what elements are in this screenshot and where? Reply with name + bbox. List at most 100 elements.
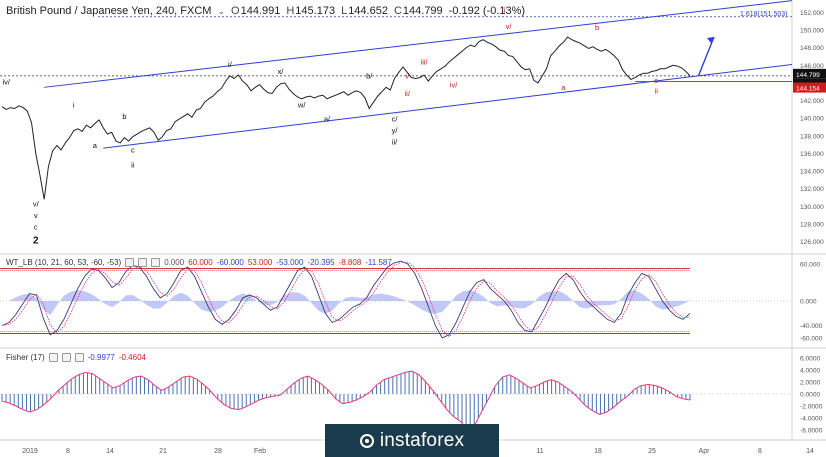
chevron-down-icon[interactable]: ⌄ bbox=[217, 6, 225, 17]
wave-label-black: b/ bbox=[366, 71, 373, 80]
wt-name[interactable]: WT_LB (10, 21, 60, 53, -60, -53) bbox=[6, 258, 121, 267]
wave-label-black: i bbox=[73, 101, 75, 110]
wave-label-black: c/ bbox=[392, 115, 399, 124]
fisher-y-tick-label: -6.0000 bbox=[800, 428, 823, 435]
open-readout: O144.991 bbox=[231, 5, 281, 17]
wt-y-tick-label: 0.000 bbox=[800, 299, 817, 306]
price-y-tick-label: 128.000 bbox=[800, 222, 824, 229]
fisher-value-0: -0.9977 bbox=[87, 353, 115, 362]
price-series-line bbox=[1, 36, 691, 200]
wt-value-0: 0.000 bbox=[164, 258, 185, 267]
fisher-y-tick-label: 6.0000 bbox=[800, 356, 821, 363]
fisher-indicator-label: Fisher (17) -0.9977 -0.4604 bbox=[6, 353, 146, 362]
price-y-tick-label: 140.000 bbox=[800, 116, 824, 123]
time-axis-tick-label: 21 bbox=[159, 448, 167, 455]
fisher-y-tick-label: 4.0000 bbox=[800, 368, 821, 375]
wt-value-7: -11.587 bbox=[365, 258, 392, 267]
chart-header: British Pound / Japanese Yen, 240, FXCM … bbox=[6, 4, 525, 18]
time-axis-tick-label: 8 bbox=[758, 448, 762, 455]
instaforex-logo-icon bbox=[359, 433, 374, 448]
wave-label-red: c bbox=[654, 76, 658, 85]
time-axis-tick-label: 14 bbox=[106, 448, 114, 455]
eye-icon[interactable] bbox=[125, 258, 135, 267]
time-axis-tick-label: 18 bbox=[594, 448, 602, 455]
price-y-tick-label: 152.000 bbox=[800, 10, 824, 17]
wt-value-6: -8.808 bbox=[338, 258, 362, 267]
wave-label-black: c bbox=[34, 222, 38, 231]
wt-value-3: 53.000 bbox=[247, 258, 273, 267]
price-y-tick-label: 146.000 bbox=[800, 63, 824, 70]
wave-label-red: iii/ bbox=[421, 57, 429, 66]
wave-label-black: v/ bbox=[33, 199, 40, 208]
close-icon[interactable] bbox=[151, 258, 161, 267]
wave-label-black: c bbox=[131, 146, 135, 155]
wt-y-tick-label: 60.000 bbox=[800, 262, 821, 269]
fisher-y-tick-label: 0.0000 bbox=[800, 392, 821, 399]
watermark-logo: instaforex bbox=[325, 424, 499, 457]
wave-label-black: v bbox=[34, 211, 38, 220]
wave-label-red: a bbox=[561, 83, 566, 92]
wave-label-black: ii bbox=[131, 161, 135, 170]
fisher-y-tick-label: -4.0000 bbox=[800, 416, 823, 423]
time-axis-tick-label: 28 bbox=[214, 448, 222, 455]
wt-value-5: -20.395 bbox=[307, 258, 335, 267]
fisher-y-tick-label: 2.0000 bbox=[800, 380, 821, 387]
fib-level-label: 1.618(151.503) bbox=[740, 11, 787, 18]
fisher-y-tick-label: -2.0000 bbox=[800, 404, 823, 411]
wave-label-black: a/ bbox=[324, 115, 331, 124]
wave-label-red: iv/ bbox=[450, 80, 458, 89]
fisher-name[interactable]: Fisher (17) bbox=[6, 353, 45, 362]
time-axis-tick-label: Feb bbox=[254, 448, 266, 455]
wave-label-black: ii/ bbox=[392, 138, 398, 147]
time-axis-tick-label: Apr bbox=[699, 448, 711, 455]
symbol-title[interactable]: British Pound / Japanese Yen, 240, FXCM bbox=[6, 5, 211, 17]
watermark-text: instaforex bbox=[379, 429, 465, 451]
eye-icon[interactable] bbox=[48, 353, 58, 362]
high-readout: H145.173 bbox=[286, 5, 336, 17]
price-y-tick-label: 134.000 bbox=[800, 169, 824, 176]
wt-indicator-label: WT_LB (10, 21, 60, 53, -60, -53) 0.000 6… bbox=[6, 258, 392, 267]
gear-icon[interactable] bbox=[138, 258, 148, 267]
fisher-line bbox=[1, 370, 691, 431]
wave-label-black: x/ bbox=[278, 67, 285, 76]
low-readout: L144.652 bbox=[341, 5, 388, 17]
wt-value-1: 60.000 bbox=[188, 258, 213, 267]
channel-lower-line bbox=[103, 63, 793, 149]
price-y-tick-label: 126.000 bbox=[800, 239, 824, 246]
wave-label-red: ii bbox=[655, 86, 659, 95]
wt-histogram-area bbox=[2, 290, 690, 315]
gear-icon[interactable] bbox=[61, 353, 71, 362]
wave-label-black: w/ bbox=[297, 101, 306, 110]
price-y-tick-label: 136.000 bbox=[800, 151, 824, 158]
wave-label-black: b bbox=[122, 112, 126, 121]
close-readout: C144.799 bbox=[393, 5, 443, 17]
time-axis-tick-label: 2019 bbox=[22, 448, 38, 455]
wave-label-black: i/ bbox=[228, 60, 233, 69]
wave-label-black: 2 bbox=[33, 235, 39, 246]
wt-y-tick-label: -40.000 bbox=[800, 323, 823, 330]
wt-y-tick-label: -60.000 bbox=[800, 335, 823, 342]
price-y-tick-label: 138.000 bbox=[800, 133, 824, 140]
time-axis-tick-label: 8 bbox=[66, 448, 70, 455]
chart-canvas: 126.000 128.000 130.000 132.000 134.000 136.0… bbox=[0, 0, 826, 455]
price-y-tick-label: 150.000 bbox=[800, 27, 824, 34]
change-readout: -0.192 (-0.13%) bbox=[448, 5, 526, 17]
wave-label-black: iv/ bbox=[2, 78, 10, 87]
time-axis-tick-label: 25 bbox=[648, 448, 656, 455]
price-y-tick-label: 130.000 bbox=[800, 204, 824, 211]
time-axis-tick-label: 14 bbox=[806, 448, 814, 455]
price-y-tick-label: 148.000 bbox=[800, 45, 824, 52]
price-y-tick-label: 142.000 bbox=[800, 98, 824, 105]
wave-label-red: v/ bbox=[506, 22, 513, 31]
wt-value-4: -53.000 bbox=[276, 258, 304, 267]
wave-label-red: ii/ bbox=[404, 89, 410, 98]
wave-label-black: a bbox=[93, 141, 98, 150]
close-icon[interactable] bbox=[74, 353, 84, 362]
red-level-tag: 144.154 bbox=[796, 86, 820, 93]
time-axis-tick-label: 11 bbox=[536, 448, 543, 455]
fisher-value-1: -0.4604 bbox=[118, 353, 146, 362]
wave-label-red: b bbox=[595, 23, 599, 32]
forecast-arrow-line bbox=[697, 36, 715, 77]
wt-value-2: -60.000 bbox=[216, 258, 244, 267]
price-y-tick-label: 132.000 bbox=[800, 186, 824, 193]
